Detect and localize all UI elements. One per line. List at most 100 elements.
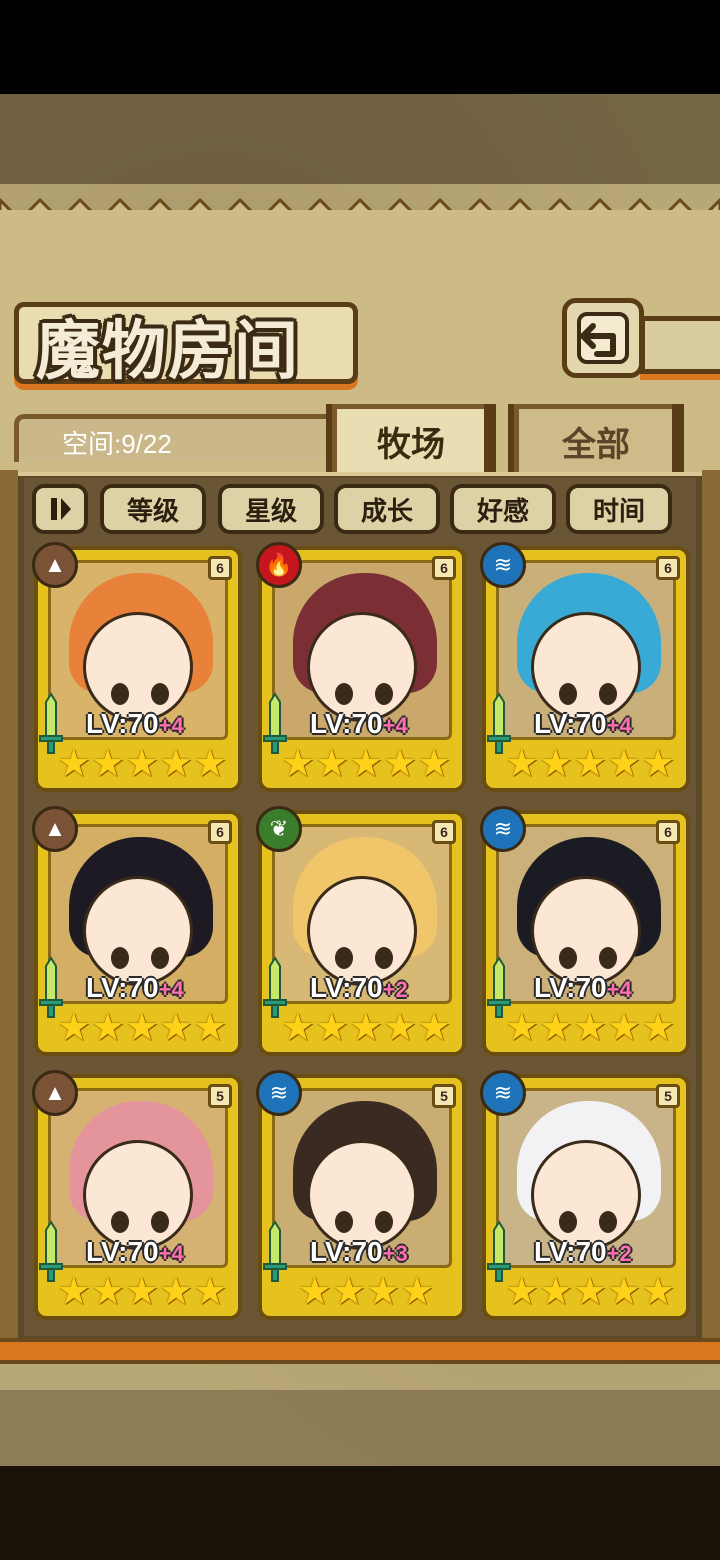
portrait-eye [599,1211,617,1233]
monster-card[interactable]: ▲ 6 LV:70+4 ★ ★ ★ ★ ★ [32,806,242,1056]
star-icon: ★ [504,1271,539,1313]
star-icon: ★ [280,1007,315,1049]
level-value: LV:70 [86,1236,159,1267]
star-rating: ★ ★ ★ ★ ★ [505,1007,675,1049]
back-button[interactable] [562,298,644,378]
portrait-eye [375,947,393,969]
portrait-eye [599,683,617,705]
monster-card[interactable]: ▲ 6 LV:70+4 ★ ★ ★ ★ ★ [32,542,242,792]
portrait-eye [599,947,617,969]
sort-time-button[interactable]: 时间 [566,484,672,534]
star-icon: ★ [504,743,539,785]
star-icon: ★ [193,1007,228,1049]
level-value: LV:70 [86,972,159,1003]
portrait-eye [335,947,353,969]
portrait-eye [375,683,393,705]
monster-card[interactable]: 🔥 6 LV:70+4 ★ ★ ★ ★ ★ [256,542,466,792]
monster-card[interactable]: ▲ 5 LV:70+4 ★ ★ ★ ★ ★ [32,1070,242,1320]
star-icon: ★ [383,743,418,785]
star-icon: ★ [90,1271,125,1313]
star-icon: ★ [56,1271,91,1313]
sort-level-label: 等级 [126,495,179,526]
star-icon: ★ [538,1007,573,1049]
portrait-eye [151,683,169,705]
frame-left-edge [0,470,18,1350]
star-icon: ★ [641,1007,676,1049]
star-icon: ★ [641,743,676,785]
star-icon: ★ [504,1007,539,1049]
sort-level-button[interactable]: 等级 [100,484,206,534]
wave-icon: ≋ [256,1070,302,1116]
star-icon: ★ [607,1007,642,1049]
star-icon: ★ [297,1271,332,1313]
monster-card[interactable]: ≋ 6 LV:70+4 ★ ★ ★ ★ ★ [480,806,690,1056]
level-label: LV:70+2 [534,1236,632,1268]
sort-growth-button[interactable]: 成长 [334,484,440,534]
sort-stars-button[interactable]: 星级 [218,484,324,534]
level-value: LV:70 [534,1236,607,1267]
tab-edge [484,404,496,476]
star-icon: ★ [348,1007,384,1049]
grade-badge: 5 [656,1084,680,1108]
level-bonus: +3 [382,1241,408,1266]
portrait-face [83,876,193,987]
level-value: LV:70 [86,708,159,739]
star-rating: ★ ★ ★ ★ ★ [281,1007,451,1049]
frame-bottom-edge [0,1338,720,1364]
portrait-eye [111,947,129,969]
portrait-eye [335,1211,353,1233]
star-icon: ★ [56,743,91,785]
grade-badge: 6 [656,820,680,844]
star-icon: ★ [400,1271,435,1313]
star-icon: ★ [90,1007,125,1049]
sort-toggle-icon [51,498,71,520]
portrait-eye [559,947,577,969]
grade-badge: 6 [208,820,232,844]
star-rating: ★ ★ ★ ★ ★ [57,1007,227,1049]
star-rating: ★ ★ ★ ★ ★ [57,744,227,784]
grade-badge: 6 [432,556,456,580]
star-rating: ★ ★ ★ ★ ★ [57,1271,227,1313]
portrait-eye [559,683,577,705]
star-icon: ★ [383,1007,418,1049]
monster-card[interactable]: ≋ 5 LV:70+2 ★ ★ ★ ★ ★ [480,1070,690,1320]
star-icon: ★ [538,1271,573,1313]
grade-badge: 5 [208,1084,232,1108]
monster-card[interactable]: ❦ 6 LV:70+2 ★ ★ ★ ★ ★ [256,806,466,1056]
level-label: LV:70+4 [534,972,632,1004]
sort-stars-label: 星级 [244,495,297,526]
star-icon: ★ [348,743,384,785]
tab-ranch[interactable]: 牧场 [332,404,490,474]
sort-time-label: 时间 [592,495,645,526]
portrait-eye [559,1211,577,1233]
star-icon: ★ [417,1007,452,1049]
monster-card[interactable]: ≋ 6 LV:70+4 ★ ★ ★ ★ ★ [480,542,690,792]
star-icon: ★ [193,1271,228,1313]
monster-card[interactable]: ≋ 5 LV:70+3 ★ ★ ★ ★ [256,1070,466,1320]
star-icon: ★ [572,743,608,785]
bottom-bar-area [0,1466,720,1560]
tab-edge [672,404,684,476]
leaf-icon: ❦ [256,806,302,852]
star-icon: ★ [331,1271,366,1313]
level-bonus: +2 [382,977,408,1002]
level-bonus: +4 [158,977,184,1002]
level-value: LV:70 [310,708,383,739]
status-bar-area [0,0,720,94]
tab-all[interactable]: 全部 [514,404,678,474]
star-icon: ★ [607,743,642,785]
star-icon: ★ [417,743,452,785]
star-icon: ★ [124,1271,160,1313]
sort-affection-label: 好感 [476,495,529,526]
wave-icon: ≋ [480,806,526,852]
level-bonus: +4 [158,713,184,738]
level-bonus: +2 [606,1241,632,1266]
grade-badge: 6 [656,556,680,580]
sort-affection-button[interactable]: 好感 [450,484,556,534]
sort-order-toggle-button[interactable] [32,484,88,534]
mountain-icon: ▲ [32,542,78,588]
portrait-eye [151,1211,169,1233]
level-bonus: +4 [606,977,632,1002]
portrait-eye [335,683,353,705]
level-value: LV:70 [534,708,607,739]
